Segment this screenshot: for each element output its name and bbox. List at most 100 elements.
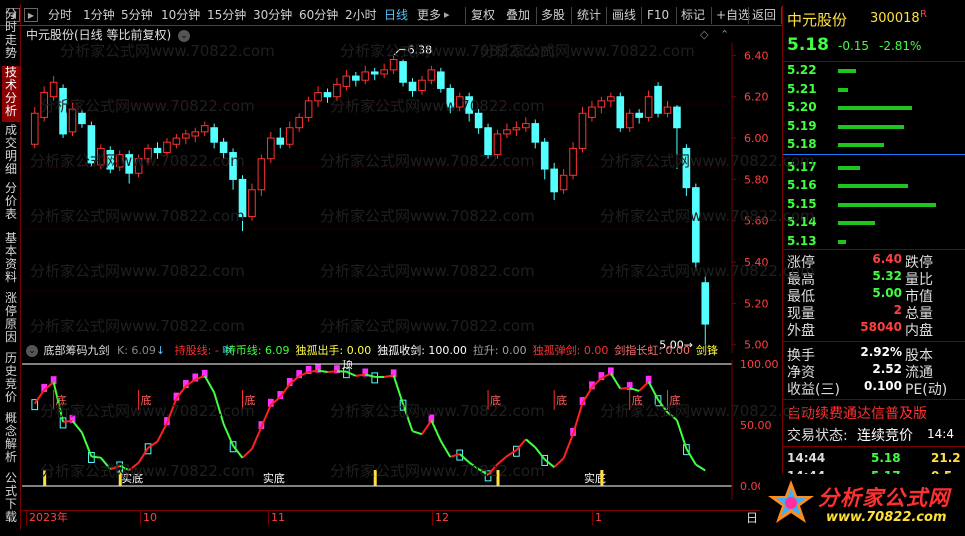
candle-body[interactable] xyxy=(474,112,483,129)
toolbar-button[interactable]: 画线 xyxy=(612,5,636,25)
candle-body[interactable] xyxy=(314,92,322,102)
toolbar-button[interactable]: 多股 xyxy=(541,5,565,25)
candle-body[interactable] xyxy=(182,133,190,139)
more-arrow-icon[interactable]: ▸ xyxy=(444,5,450,25)
toolbar-button[interactable]: +自选 xyxy=(716,5,750,25)
toolbar-button[interactable]: 标记 xyxy=(681,5,705,25)
candle-body[interactable] xyxy=(276,137,285,145)
candle-body[interactable] xyxy=(616,96,625,129)
period-tab[interactable]: 更多 xyxy=(417,5,441,25)
toolbar-button[interactable]: 返回 xyxy=(752,5,776,25)
candle-body[interactable] xyxy=(418,79,426,92)
candle-body[interactable] xyxy=(144,147,152,160)
period-tab[interactable]: 15分钟 xyxy=(207,5,246,25)
candle-body[interactable] xyxy=(512,127,521,131)
candle-body[interactable] xyxy=(455,96,464,108)
candle-body[interactable] xyxy=(644,96,653,118)
candle-body[interactable] xyxy=(352,75,360,81)
candle-body[interactable] xyxy=(370,71,379,75)
candle-body[interactable] xyxy=(522,123,530,129)
candle-body[interactable] xyxy=(333,83,341,98)
candle-body[interactable] xyxy=(87,125,96,164)
candle-body[interactable] xyxy=(484,127,492,156)
candle-body[interactable] xyxy=(153,147,162,154)
indicator-chart[interactable]: 100.0050.000.00底底底底底底底实底 实底 实底顶 xyxy=(22,360,782,508)
candle-body[interactable] xyxy=(663,106,672,114)
period-tab[interactable]: 30分钟 xyxy=(253,5,292,25)
candle-body[interactable] xyxy=(692,187,700,263)
candle-body[interactable] xyxy=(106,149,115,170)
candle-body[interactable] xyxy=(163,141,171,154)
candlestick-chart[interactable]: 6.406.206.005.805.605.405.205.006.385.00… xyxy=(22,43,782,353)
candle-body[interactable] xyxy=(540,141,549,170)
candle-body[interactable] xyxy=(134,158,143,174)
sidebar-tab[interactable]: 分价表 xyxy=(2,182,20,230)
sidebar-tab[interactable]: 基本资料 xyxy=(2,232,20,290)
candle-body[interactable] xyxy=(361,71,370,81)
candle-body[interactable] xyxy=(238,178,247,218)
candle-body[interactable] xyxy=(30,112,39,145)
candle-body[interactable] xyxy=(229,152,237,180)
candle-body[interactable] xyxy=(285,127,294,145)
candle-body[interactable] xyxy=(267,137,275,160)
sidebar-tab[interactable]: 历史竞价 xyxy=(2,352,20,410)
candle-body[interactable] xyxy=(408,81,417,92)
candle-body[interactable] xyxy=(597,100,606,108)
candle-body[interactable] xyxy=(200,125,209,133)
toolbar-button[interactable]: 统计 xyxy=(577,5,601,25)
candle-body[interactable] xyxy=(49,81,58,98)
candle-body[interactable] xyxy=(257,158,266,191)
candle-body[interactable] xyxy=(172,137,181,145)
period-tab[interactable]: 5分钟 xyxy=(121,5,153,25)
candle-body[interactable] xyxy=(219,141,228,154)
candle-body[interactable] xyxy=(701,282,710,325)
candle-body[interactable] xyxy=(635,112,643,118)
candle-body[interactable] xyxy=(588,106,596,118)
promo-link[interactable]: 自动续费通达信普及版 xyxy=(787,403,927,423)
candle-body[interactable] xyxy=(559,174,568,191)
toolbar-button[interactable]: F10 xyxy=(647,5,669,25)
candle-body[interactable] xyxy=(248,189,256,218)
candle-body[interactable] xyxy=(465,96,473,114)
candle-body[interactable] xyxy=(380,69,388,75)
candle-body[interactable] xyxy=(437,71,445,89)
sidebar-tab[interactable]: 分时走势 xyxy=(2,8,20,64)
candle-body[interactable] xyxy=(427,69,436,81)
toolbar-button[interactable]: 复权 xyxy=(471,5,495,25)
toolbar-button[interactable]: 叠加 xyxy=(506,5,530,25)
candle-body[interactable] xyxy=(446,87,455,108)
candle-body[interactable] xyxy=(682,147,691,189)
candle-body[interactable] xyxy=(531,123,540,143)
candle-body[interactable] xyxy=(389,59,398,71)
candle-body[interactable] xyxy=(578,112,587,149)
candle-body[interactable] xyxy=(68,108,77,133)
sidebar-tab[interactable]: 公式下载 xyxy=(2,472,20,528)
candle-body[interactable] xyxy=(625,112,634,129)
period-tab[interactable]: 分时 xyxy=(48,5,72,25)
candle-body[interactable] xyxy=(125,154,133,174)
candle-body[interactable] xyxy=(673,106,681,129)
candle-body[interactable] xyxy=(550,168,558,193)
candle-body[interactable] xyxy=(295,116,303,129)
collapse-up-icon[interactable]: ⌃ xyxy=(720,28,729,41)
candle-body[interactable] xyxy=(97,147,105,166)
period-tab[interactable]: 2小时 xyxy=(345,5,377,25)
candle-body[interactable] xyxy=(40,92,48,118)
candle-body[interactable] xyxy=(191,131,200,137)
candle-body[interactable] xyxy=(115,154,124,168)
sidebar-tab[interactable]: 涨停原因 xyxy=(2,292,20,350)
candle-body[interactable] xyxy=(503,129,511,135)
candle-body[interactable] xyxy=(59,87,67,135)
candle-body[interactable] xyxy=(304,100,313,118)
sidebar-tab[interactable]: 概念解析 xyxy=(2,412,20,470)
period-tab[interactable]: 60分钟 xyxy=(299,5,338,25)
candle-body[interactable] xyxy=(399,61,407,83)
period-tab[interactable]: 1分钟 xyxy=(83,5,115,25)
candle-body[interactable] xyxy=(210,127,218,143)
indicator-collapse-icon[interactable]: ⌄ xyxy=(26,345,38,357)
period-tab[interactable]: 日线 xyxy=(384,5,408,25)
sidebar-tab[interactable]: 成交明细 xyxy=(2,124,20,180)
candle-body[interactable] xyxy=(654,85,662,114)
candle-body[interactable] xyxy=(493,133,502,156)
candle-body[interactable] xyxy=(78,112,86,125)
